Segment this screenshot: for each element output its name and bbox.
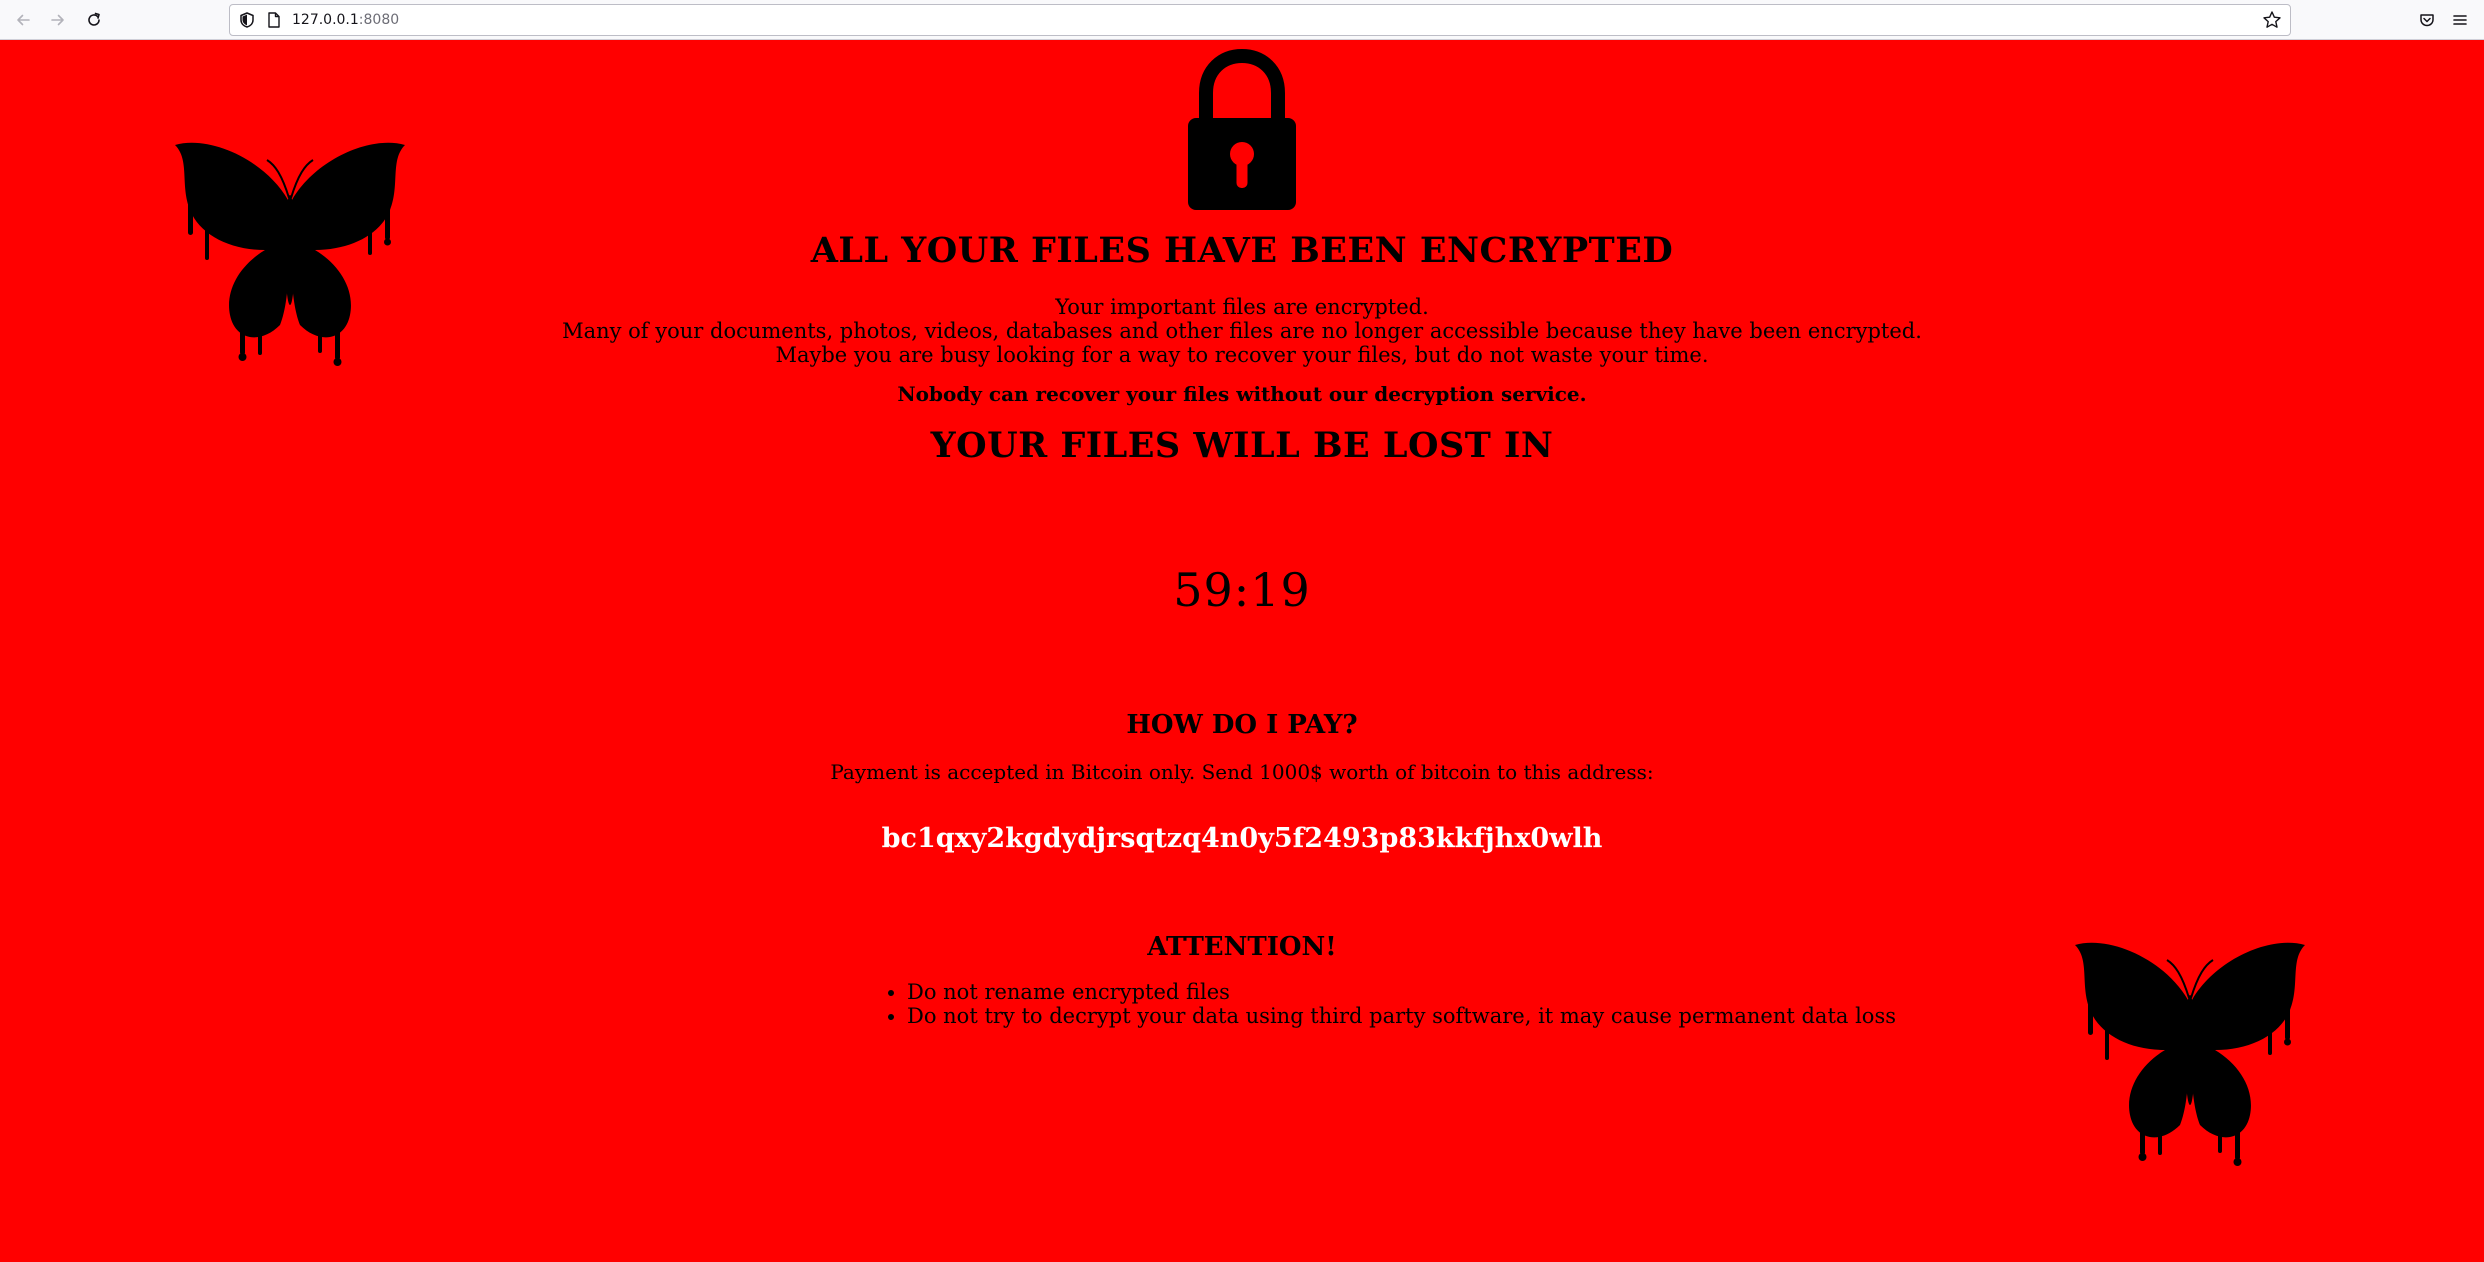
forward-arrow-icon	[51, 14, 64, 26]
browser-window: 127.0.0.1:8080 ALL YOUR FILES HAVE BEEN …	[0, 0, 2484, 1262]
hamburger-menu-icon	[2453, 15, 2467, 25]
shield-icon[interactable]	[238, 11, 256, 29]
back-arrow-icon	[17, 14, 30, 26]
intro-line: Your important files are encrypted.	[1055, 295, 1429, 319]
payment-instructions: Payment is accepted in Bitcoin only. Sen…	[830, 760, 1654, 784]
list-item: Do not try to decrypt your data using th…	[907, 1004, 1896, 1028]
reload-icon	[88, 12, 100, 26]
payment-heading: HOW DO I PAY?	[1126, 710, 1358, 740]
url-bar[interactable]: 127.0.0.1:8080	[229, 4, 2291, 36]
url-text[interactable]: 127.0.0.1:8080	[292, 11, 399, 29]
page-icon	[268, 12, 280, 28]
countdown-heading: YOUR FILES WILL BE LOST IN	[930, 425, 1554, 466]
intro-text: Your important files are encrypted. Many…	[0, 295, 2484, 367]
url-host: 127.0.0.1	[292, 12, 359, 28]
butterfly-icon	[2075, 942, 2305, 1166]
padlock-icon	[1188, 48, 1296, 210]
nobody-warning: Nobody can recover your files without ou…	[897, 382, 1587, 406]
url-port: :8080	[358, 12, 400, 28]
menu-button[interactable]	[2446, 6, 2474, 34]
intro-line: Many of your documents, photos, videos, …	[562, 319, 1922, 343]
page-title: ALL YOUR FILES HAVE BEEN ENCRYPTED	[810, 230, 1674, 271]
list-item: Do not rename encrypted files	[907, 980, 1896, 1004]
bitcoin-address[interactable]: bc1qxy2kgdydjrsqtzq4n0y5f2493p83kkfjhx0w…	[0, 823, 2484, 854]
pocket-icon	[2420, 14, 2434, 27]
countdown-timer: 59:19	[1173, 563, 1311, 617]
pocket-button[interactable]	[2413, 6, 2441, 34]
back-button[interactable]	[9, 6, 37, 34]
ransom-page: ALL YOUR FILES HAVE BEEN ENCRYPTED Your …	[0, 40, 2484, 1262]
forward-button[interactable]	[44, 6, 72, 34]
intro-line: Maybe you are busy looking for a way to …	[775, 343, 1709, 367]
reload-button[interactable]	[80, 6, 108, 34]
browser-toolbar: 127.0.0.1:8080	[0, 0, 2484, 40]
warnings-list: Do not rename encrypted files Do not try…	[870, 980, 1896, 1028]
star-icon[interactable]	[2262, 10, 2282, 30]
